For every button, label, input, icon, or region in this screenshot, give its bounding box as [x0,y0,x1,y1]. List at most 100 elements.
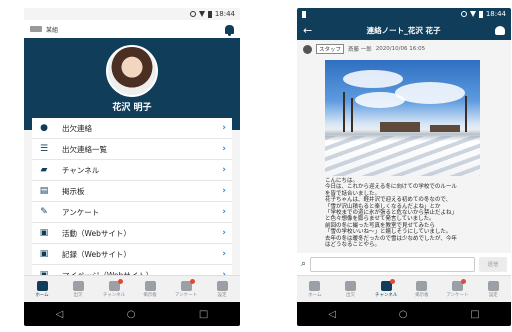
system-nav-bar: ◁ ○ □ [297,302,511,326]
nav-label: 掲示板 [143,292,157,298]
attendance-icon [72,280,84,291]
nav-attendance[interactable]: 出欠 [333,276,369,302]
channel-icon [380,278,395,291]
bottom-nav: ホーム 出欠 チャンネル 掲示板 アンケート 設定 [24,275,240,302]
recents-square-icon[interactable]: □ [470,309,479,320]
board-icon [144,280,156,291]
web-icon: ▣ [39,228,49,238]
back-triangle-icon[interactable]: ◁ [56,309,64,320]
nav-board[interactable]: 掲示板 [404,276,440,302]
nav-label: 設定 [217,292,227,298]
message-meta: スタッフ 斎藤 一郎 2020/10/06 16:05 [297,40,511,56]
recents-square-icon[interactable]: □ [199,309,208,320]
nav-label: ホーム [308,292,322,298]
chevron-right-icon: › [222,228,226,238]
main-menu: ● 出欠連絡 › ☰ 出欠連絡一覧 › ▰ チャンネル › ▤ 掲示板 › ✎ [32,118,232,286]
cloud [343,70,403,88]
cloud [355,92,405,108]
menu-item-activity-web[interactable]: ▣ 活動（Webサイト） › [32,223,232,244]
home-icon [36,280,48,291]
channel-icon [108,278,123,291]
staff-badge: スタッフ [316,44,345,54]
nav-home[interactable]: ホーム [297,276,333,302]
nav-label: チャンネル [102,292,126,298]
menu-item-label: 掲示板 [62,186,85,196]
home-icon [309,280,321,291]
notification-badge [189,278,195,284]
profile-header: 花沢 明子 [24,38,240,130]
notification-badge [461,278,467,284]
nav-label: 掲示板 [415,292,429,298]
battery-icon [478,10,483,18]
menu-item-label: 記録（Webサイト） [62,249,131,259]
survey-icon [452,278,467,291]
status-bar: 18:44 [297,8,511,20]
battery-icon [207,10,212,18]
home-circle-icon[interactable]: ○ [399,309,408,320]
notification-badge [389,278,395,284]
cloud [395,82,465,104]
survey-icon: ✎ [40,207,48,217]
chevron-right-icon: › [222,123,226,133]
menu-item-channel[interactable]: ▰ チャンネル › [32,160,232,181]
nav-settings[interactable]: 設定 [204,276,240,302]
attached-photo[interactable] [325,60,480,176]
chevron-right-icon: › [222,165,226,175]
chat-icon: ▰ [40,165,48,175]
gear-icon [216,280,228,291]
gear-icon [487,280,499,291]
system-nav-bar: ◁ ○ □ [24,302,240,326]
paperclip-icon[interactable]: ⌕ [301,259,306,269]
send-button[interactable]: 送信 [479,256,507,272]
board-icon: ▤ [39,186,49,196]
nav-attendance[interactable]: 出欠 [60,276,96,302]
nav-settings[interactable]: 設定 [475,276,511,302]
contact-note-screen: 18:44 ← 連絡ノート_花沢 花子 スタッフ 斎藤 一郎 2020/10/0… [297,8,511,326]
nav-survey[interactable]: アンケート [168,276,204,302]
menu-item-label: アンケート [62,207,100,217]
status-time: 18:44 [214,10,235,18]
menu-item-board[interactable]: ▤ 掲示板 › [32,181,232,202]
message-composer: ⌕ 送信 [297,253,511,275]
message-body: こんにちは。 今日は、これから迎える冬に向けての学校でのルール を皆で話合いまし… [325,178,458,261]
menu-item-survey[interactable]: ✎ アンケート › [32,202,232,223]
building [380,122,420,132]
menu-item-attendance[interactable]: ● 出欠連絡 › [32,118,232,139]
school-logo [30,26,42,32]
user-profile-icon[interactable] [495,25,505,35]
nav-channel[interactable]: チャンネル [96,276,132,302]
nav-home[interactable]: ホーム [24,276,60,302]
screenshot-canvas: 18:44 某組 花沢 明子 ● 出欠連絡 › ☰ 出欠連絡一覧 › ▰ チャン… [0,0,512,332]
snow-shadows [325,136,480,176]
back-arrow-icon[interactable]: ← [303,24,312,37]
nav-channel[interactable]: チャンネル [368,276,404,302]
message-author: 斎藤 一郎 [348,47,372,53]
attendance-icon [345,280,356,291]
nav-board[interactable]: 掲示板 [132,276,168,302]
title-bar: ← 連絡ノート_花沢 花子 [297,20,511,40]
chevron-right-icon: › [222,207,226,217]
school-info: 某組 [30,25,58,34]
status-time: 18:44 [485,10,506,18]
nav-survey[interactable]: アンケート [440,276,476,302]
back-triangle-icon[interactable]: ◁ [328,309,336,320]
board-icon [416,280,428,291]
tree [351,98,353,132]
home-circle-icon[interactable]: ○ [127,309,136,320]
building [430,125,460,132]
wifi-icon [198,11,205,17]
nav-label: 設定 [488,292,498,298]
check-circle-icon: ● [40,123,48,133]
home-screen: 18:44 某組 花沢 明子 ● 出欠連絡 › ☰ 出欠連絡一覧 › ▰ チャン… [24,8,240,326]
message-date: 2020/10/06 16:05 [375,46,426,52]
nav-label: ホーム [35,292,49,298]
profile-name: 花沢 明子 [112,103,152,113]
menu-item-attendance-list[interactable]: ☰ 出欠連絡一覧 › [32,139,232,160]
web-icon: ▣ [39,249,49,259]
message-input[interactable] [310,256,475,272]
list-icon: ☰ [39,144,49,154]
bell-icon[interactable] [225,24,234,36]
menu-item-record-web[interactable]: ▣ 記録（Webサイト） › [32,244,232,265]
signal-icon [460,11,467,17]
menu-item-label: 活動（Webサイト） [62,228,131,238]
